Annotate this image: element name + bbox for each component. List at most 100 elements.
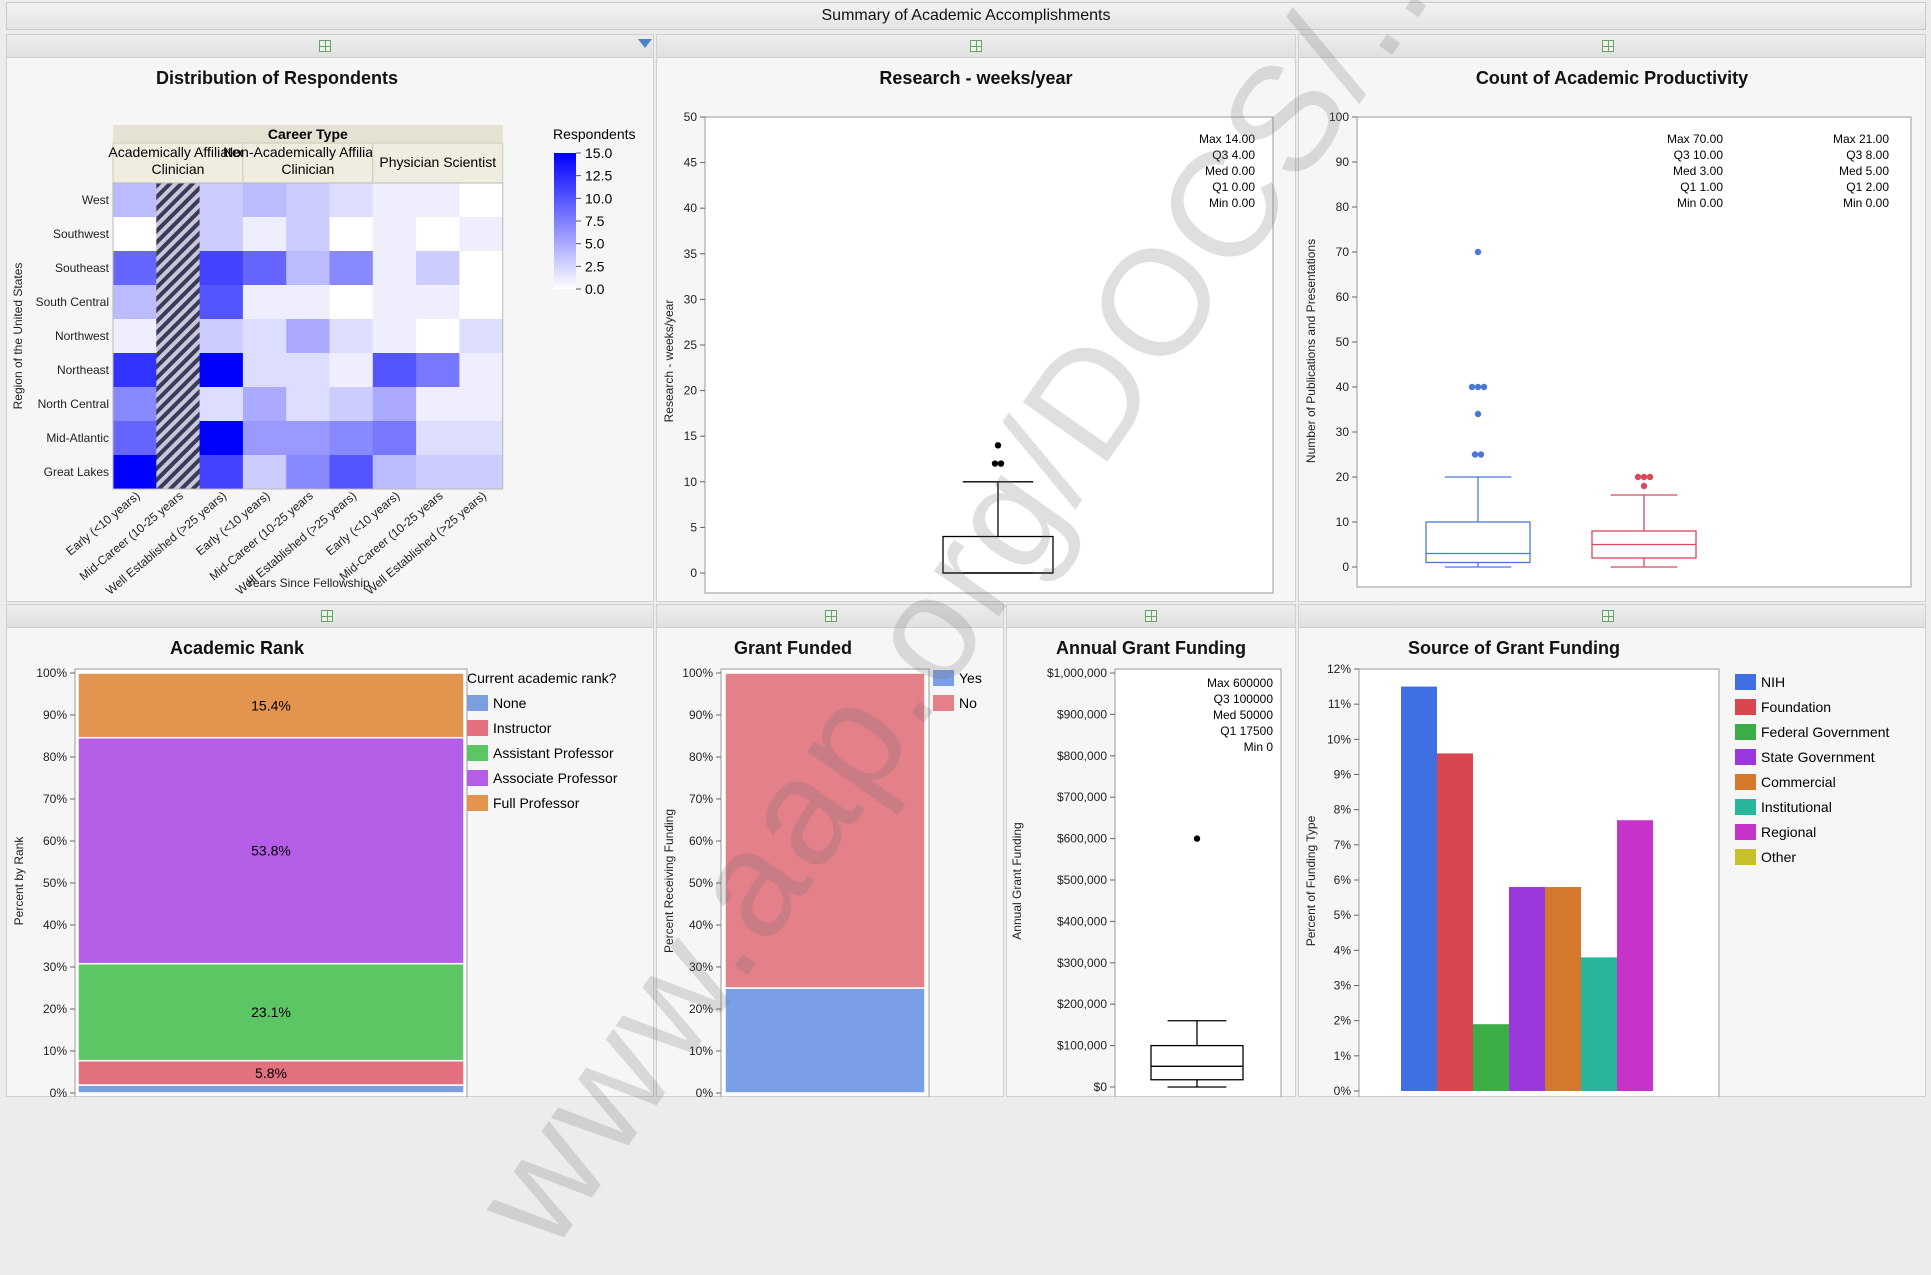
outlier-point	[1646, 473, 1654, 481]
column-label: Early (<10 years)	[63, 489, 142, 559]
filter-icon[interactable]	[638, 39, 652, 48]
legend-label: Full Professor	[493, 795, 580, 811]
summary-stat: Q1 0.00	[1212, 180, 1255, 194]
y-tick-label: 90%	[43, 708, 67, 722]
legend-tick-label: 15.0	[585, 145, 612, 161]
research-box-plot: 0 5 10 15 20 25 30 35 40 45 50 Research - weeks/yea…	[662, 110, 1274, 594]
grid-icon[interactable]	[1602, 40, 1614, 52]
heat-cell	[156, 319, 200, 354]
heat-cell	[113, 217, 157, 252]
annual-funding-box-plot: $0 $100,000 $200,000 $300,000 $400,000 $500,0…	[1010, 666, 1282, 1097]
y-tick-label: 12%	[1327, 662, 1351, 676]
panel-header	[1007, 605, 1295, 628]
y-tick-label: 30%	[689, 960, 713, 974]
heat-cell	[242, 285, 287, 320]
heat-cell	[459, 285, 504, 320]
y-tick-label: 10	[1336, 515, 1350, 529]
heat-cell	[372, 183, 417, 218]
panel-grant-source: Source of Grant Funding 0% 1% 2% 3% 4% 5% 6% 7%…	[1298, 604, 1926, 1097]
grid-icon[interactable]	[319, 40, 331, 52]
row-label: Northwest	[55, 329, 110, 343]
heat-cell	[416, 285, 460, 320]
panel-productivity: Count of Academic Productivity 0 10 20 30 40…	[1298, 34, 1926, 602]
grid-icon[interactable]	[321, 610, 333, 622]
heat-cell	[242, 455, 287, 490]
y-tick-label: 90	[1336, 155, 1350, 169]
heat-cell	[156, 285, 200, 320]
y-tick-label: 40	[684, 201, 698, 215]
legend-label: Instructor	[493, 720, 552, 736]
outlier-point	[1471, 451, 1479, 458]
legend-label: Regional	[1761, 824, 1816, 840]
y-tick-label: $300,000	[1057, 956, 1107, 970]
summary-stat: Max 70.00	[1667, 132, 1723, 146]
y-tick-label: 100%	[682, 666, 713, 680]
y-tick-label: 100	[1329, 110, 1349, 124]
heat-cell	[459, 455, 504, 490]
row-label: South Central	[36, 295, 109, 309]
y-tick-label: 30%	[43, 960, 67, 974]
heat-cell	[113, 387, 157, 422]
outlier-point	[1468, 383, 1476, 391]
bar	[1545, 887, 1581, 1091]
grid-icon[interactable]	[1145, 610, 1157, 622]
outlier-point	[991, 460, 999, 467]
summary-stat: Med 3.00	[1673, 164, 1723, 178]
heat-cell	[286, 387, 330, 422]
y-tick-label: 40%	[689, 918, 713, 932]
row-label: North Central	[38, 397, 109, 411]
y-tick-label: 40%	[43, 918, 67, 932]
y-tick-label: 1%	[1334, 1049, 1352, 1063]
academic-rank-chart: 0% 10% 20% 30% 40% 50% 60% 70% 80% 90% 100% Percent…	[12, 666, 618, 1097]
summary-stat: Med 0.00	[1205, 164, 1255, 178]
y-axis-title: Percent Receiving Funding	[662, 809, 676, 953]
y-tick-label: $400,000	[1057, 914, 1107, 928]
grid-icon[interactable]	[825, 610, 837, 622]
heat-cell	[199, 455, 244, 490]
legend-tick-label: 7.5	[585, 213, 605, 229]
heat-cell	[242, 217, 287, 252]
heat-cell	[156, 455, 200, 490]
heat-cell	[372, 285, 417, 320]
outlier-point	[1193, 835, 1201, 842]
heat-cell	[329, 387, 374, 422]
bar	[1509, 887, 1545, 1091]
row-label: Mid-Atlantic	[46, 431, 109, 445]
summary-stat: Max 21.00	[1833, 132, 1889, 146]
heat-cell	[286, 421, 330, 456]
y-tick-label: 0	[1342, 560, 1349, 574]
heat-cell	[199, 183, 244, 218]
y-tick-label: 10%	[689, 1044, 713, 1058]
y-tick-label: 100%	[36, 666, 67, 680]
summary-stat: Q1 17500	[1220, 724, 1273, 738]
heat-cell	[416, 251, 460, 286]
legend-tick-label: 5.0	[585, 236, 605, 252]
outlier-point	[997, 460, 1005, 467]
heat-cell	[372, 387, 417, 422]
y-tick-label: 60	[1336, 290, 1350, 304]
summary-stat: Q3 4.00	[1212, 148, 1255, 162]
y-tick-label: 50%	[689, 876, 713, 890]
y-tick-label: $600,000	[1057, 832, 1107, 846]
plot-frame	[704, 116, 1274, 594]
heat-cell	[286, 183, 330, 218]
panel-header	[1299, 35, 1925, 58]
panel-academic-rank: Academic Rank 0% 10% 20% 30% 40% 50% 60% 70% 80%…	[6, 604, 654, 1097]
heat-cell	[113, 421, 157, 456]
y-tick-label: 10%	[43, 1044, 67, 1058]
legend-label: Commercial	[1761, 774, 1836, 790]
heat-cell	[329, 251, 374, 286]
heat-cell	[286, 353, 330, 388]
grid-icon[interactable]	[970, 40, 982, 52]
bar	[1473, 1024, 1509, 1091]
y-tick-label: $800,000	[1057, 749, 1107, 763]
legend-swatch	[467, 720, 488, 736]
y-tick-label: 45	[684, 156, 698, 170]
heat-cell	[416, 353, 460, 388]
heat-cell	[459, 319, 504, 354]
heat-cell	[242, 319, 287, 354]
heat-cell	[329, 285, 374, 320]
grid-icon[interactable]	[1602, 610, 1614, 622]
heat-cell	[113, 353, 157, 388]
panel-research: Research - weeks/year 0 5 10 15 20 25 30 35 40 45…	[656, 34, 1296, 602]
